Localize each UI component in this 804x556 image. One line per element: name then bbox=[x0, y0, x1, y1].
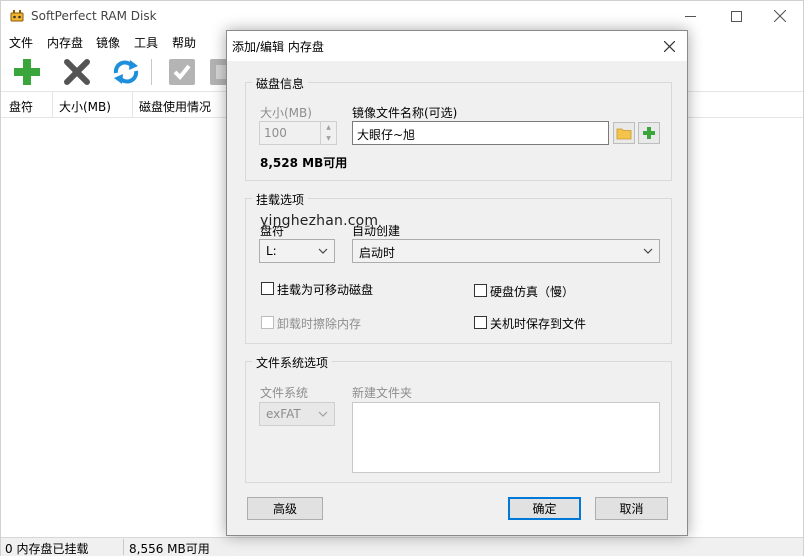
dialog-title: 添加/编辑 内存盘 bbox=[232, 40, 324, 54]
drive-letter-value: L: bbox=[266, 244, 277, 258]
mount-options-label: 挂载选项 bbox=[252, 191, 309, 208]
dialog-title-bar: 添加/编辑 内存盘 bbox=[227, 31, 687, 61]
filesystem-value: exFAT bbox=[266, 407, 301, 421]
removable-label: 挂载为可移动磁盘 bbox=[277, 283, 374, 297]
drive-letter-select[interactable]: L: bbox=[259, 239, 335, 263]
free-memory: 8,556 MB可用 bbox=[129, 542, 210, 556]
watermark: yinghezhan.com bbox=[260, 213, 379, 229]
spin-up-icon[interactable]: ▲ bbox=[321, 122, 336, 133]
menu-image[interactable]: 镜像 bbox=[96, 34, 120, 51]
column-separator bbox=[132, 92, 133, 118]
dialog-close-button[interactable] bbox=[655, 34, 683, 58]
minimize-icon bbox=[684, 15, 696, 17]
chevron-down-icon bbox=[318, 411, 328, 417]
browse-folder-button[interactable] bbox=[613, 122, 635, 144]
filesystem-select[interactable]: exFAT bbox=[259, 402, 335, 426]
close-button[interactable] bbox=[757, 1, 803, 31]
close-icon bbox=[774, 10, 786, 22]
title-bar: SoftPerfect RAM Disk bbox=[1, 1, 803, 31]
advanced-button[interactable]: 高级 bbox=[247, 497, 323, 520]
hdd-emulation-label: 硬盘仿真（慢） bbox=[490, 285, 575, 299]
mount-button[interactable] bbox=[166, 56, 198, 88]
close-icon bbox=[663, 40, 675, 52]
status-bar: 0 内存盘已挂载 8,556 MB可用 bbox=[1, 537, 803, 556]
new-folders-textarea[interactable] bbox=[352, 402, 660, 473]
image-file-value: 大眼仔~旭 bbox=[357, 128, 416, 142]
size-value: 100 bbox=[264, 126, 287, 140]
image-file-input[interactable]: 大眼仔~旭 bbox=[352, 121, 609, 145]
remove-disk-button[interactable] bbox=[61, 56, 93, 88]
menu-file[interactable]: 文件 bbox=[9, 34, 33, 51]
mounted-count: 0 内存盘已挂载 bbox=[5, 542, 89, 556]
column-usage[interactable]: 磁盘使用情况 bbox=[139, 98, 211, 115]
refresh-icon bbox=[113, 60, 139, 84]
check-icon bbox=[169, 59, 195, 85]
cancel-button[interactable]: 取消 bbox=[595, 497, 668, 520]
filesystem-label: 文件系统 bbox=[260, 386, 309, 400]
fs-options-label: 文件系统选项 bbox=[252, 354, 333, 371]
x-icon bbox=[64, 59, 90, 85]
spin-down-icon[interactable]: ▼ bbox=[321, 133, 336, 144]
status-separator bbox=[123, 539, 124, 555]
column-size[interactable]: 大小(MB) bbox=[59, 98, 111, 115]
wipe-on-unmount-checkbox[interactable] bbox=[261, 316, 274, 329]
app-title: SoftPerfect RAM Disk bbox=[31, 9, 157, 23]
ram-disk-app-icon bbox=[10, 10, 24, 22]
maximize-icon bbox=[730, 10, 742, 22]
new-folders-label: 新建文件夹 bbox=[352, 386, 413, 400]
disk-info-label: 磁盘信息 bbox=[252, 75, 309, 92]
ok-button[interactable]: 确定 bbox=[508, 497, 581, 520]
refresh-button[interactable] bbox=[110, 56, 142, 88]
available-memory: 8,528 MB可用 bbox=[260, 156, 348, 170]
chevron-down-icon bbox=[318, 248, 328, 254]
menu-ramdisk[interactable]: 内存盘 bbox=[47, 34, 83, 51]
menu-tools[interactable]: 工具 bbox=[134, 34, 158, 51]
plus-icon bbox=[643, 127, 655, 139]
save-on-shutdown-label: 关机时保存到文件 bbox=[490, 317, 587, 331]
minimize-button[interactable] bbox=[667, 1, 713, 31]
add-image-button[interactable] bbox=[638, 122, 660, 144]
save-on-shutdown-checkbox[interactable] bbox=[474, 316, 487, 329]
size-spinner[interactable]: ▲ ▼ bbox=[320, 122, 336, 144]
size-label: 大小(MB) bbox=[260, 106, 312, 120]
maximize-button[interactable] bbox=[713, 1, 759, 31]
chevron-down-icon bbox=[643, 248, 653, 254]
column-separator bbox=[52, 92, 53, 118]
size-spinbox[interactable]: 100 ▲ ▼ bbox=[259, 121, 337, 145]
column-drive[interactable]: 盘符 bbox=[9, 98, 33, 115]
hdd-emulation-checkbox[interactable] bbox=[474, 284, 487, 297]
add-edit-ramdisk-dialog: 添加/编辑 内存盘 磁盘信息 大小(MB) 100 ▲ ▼ 镜像文件名称(可选)… bbox=[226, 30, 688, 536]
image-file-label: 镜像文件名称(可选) bbox=[352, 106, 458, 120]
autocreate-select[interactable]: 启动时 bbox=[352, 239, 660, 263]
removable-checkbox[interactable] bbox=[261, 282, 274, 295]
plus-icon bbox=[14, 59, 40, 85]
folder-icon bbox=[616, 128, 632, 140]
add-disk-button[interactable] bbox=[11, 56, 43, 88]
autocreate-value: 启动时 bbox=[359, 246, 396, 260]
toolbar-separator bbox=[151, 59, 152, 85]
menu-help[interactable]: 帮助 bbox=[172, 34, 196, 51]
wipe-on-unmount-label: 卸载时擦除内存 bbox=[277, 317, 362, 331]
